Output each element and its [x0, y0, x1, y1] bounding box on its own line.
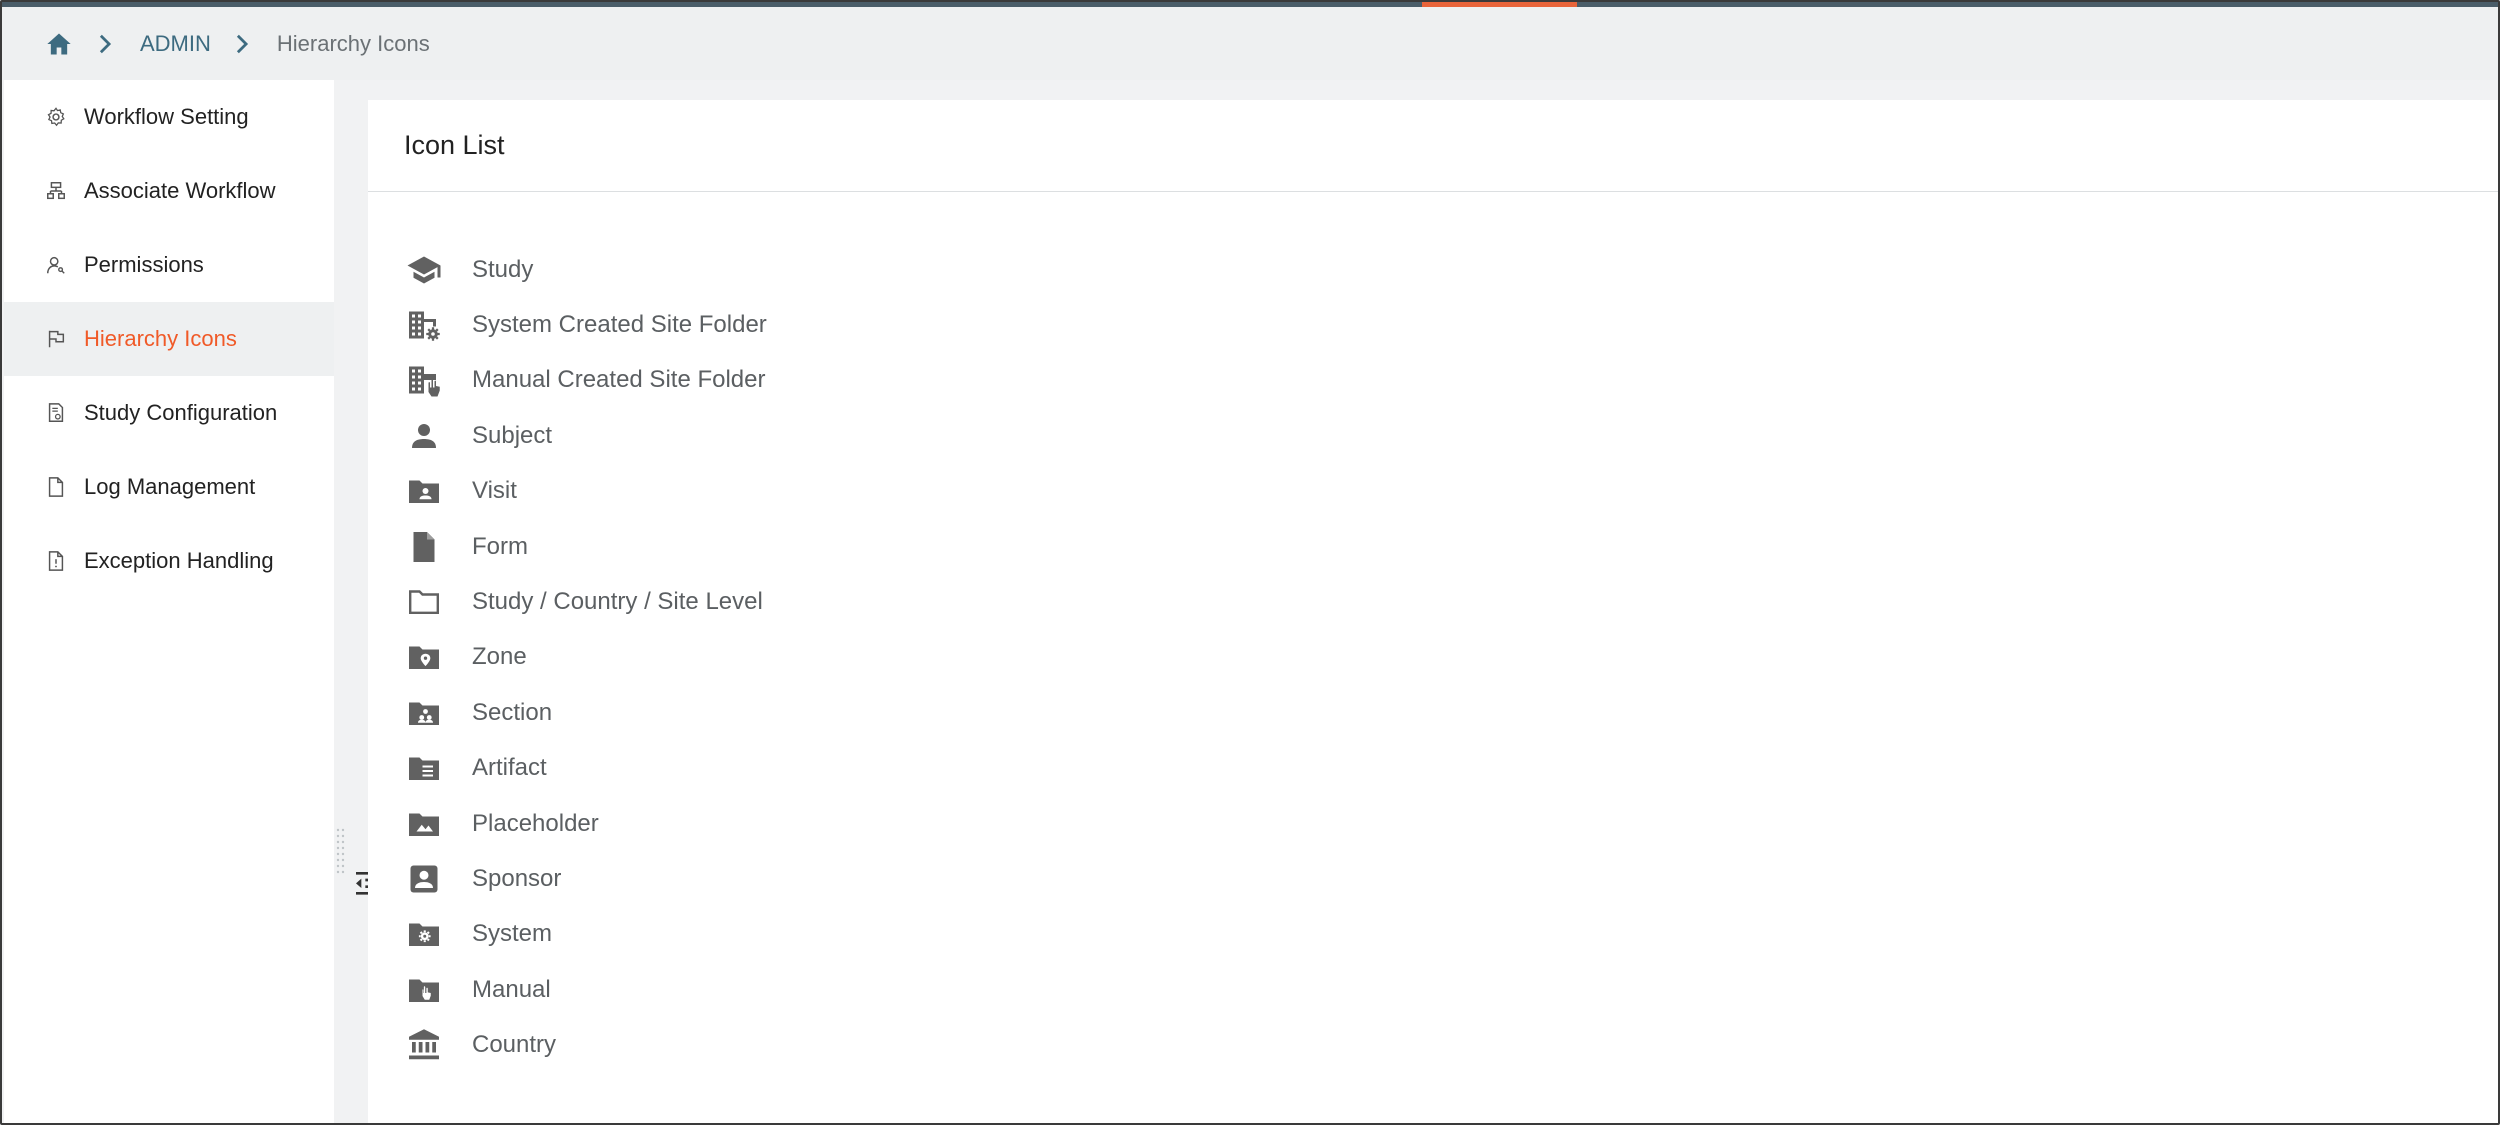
- list-item: Visit: [404, 464, 2498, 519]
- sidebar-splitter: [334, 80, 368, 1123]
- list-item: Study / Country / Site Level: [404, 574, 2498, 629]
- breadcrumb-current: Hierarchy Icons: [276, 30, 430, 56]
- list-item: System: [404, 907, 2498, 962]
- person-icon: [404, 416, 444, 456]
- sidebar-item-label: Associate Workflow: [84, 178, 276, 203]
- list-item: Country: [404, 1017, 2498, 1072]
- building-hand-icon: [404, 360, 444, 400]
- icon-label: Form: [472, 532, 528, 560]
- folder-group-icon: [404, 693, 444, 733]
- folder-outline-icon: [404, 582, 444, 622]
- file-alert-icon: [44, 549, 68, 573]
- list-item: Sponsor: [404, 851, 2498, 906]
- sidebar-item-exception-handling[interactable]: Exception Handling: [4, 524, 334, 598]
- breadcrumb: ADMIN Hierarchy Icons: [2, 7, 2498, 80]
- folder-list-icon: [404, 748, 444, 788]
- bank-icon: [404, 1025, 444, 1065]
- list-item: System Created Site Folder: [404, 297, 2498, 352]
- account-box-icon: [404, 859, 444, 899]
- folder-image-icon: [404, 804, 444, 844]
- list-item: Manual: [404, 962, 2498, 1017]
- chevron-right-icon: [98, 32, 114, 56]
- flag-icon: [44, 327, 68, 351]
- list-item: Subject: [404, 408, 2498, 463]
- list-item: Study: [404, 242, 2498, 297]
- sidebar-item-hierarchy-icons[interactable]: Hierarchy Icons: [4, 302, 334, 376]
- page-title: Icon List: [404, 130, 505, 160]
- sidebar: Workflow Setting Associate Workflow Perm…: [4, 80, 334, 1123]
- hierarchy-icon: [44, 179, 68, 203]
- icon-label: System Created Site Folder: [472, 311, 767, 339]
- folder-gear-icon: [404, 914, 444, 954]
- icon-label: Study: [472, 255, 534, 283]
- list-item: Form: [404, 519, 2498, 574]
- sidebar-item-label: Permissions: [84, 252, 204, 277]
- icon-label: Subject: [472, 421, 553, 449]
- building-gear-icon: [404, 305, 444, 345]
- folder-pin-icon: [404, 637, 444, 677]
- sidebar-item-workflow-setting[interactable]: Workflow Setting: [4, 80, 334, 154]
- sidebar-item-label: Workflow Setting: [84, 104, 249, 129]
- icon-label: Manual Created Site Folder: [472, 366, 766, 394]
- sidebar-item-label: Log Management: [84, 474, 256, 499]
- document-icon: [404, 527, 444, 567]
- chevron-right-icon: [235, 32, 251, 56]
- icon-list: Study System Created Site Folder Manual …: [368, 192, 2498, 1073]
- sidebar-item-label: Exception Handling: [84, 548, 274, 573]
- icon-label: Visit: [472, 477, 517, 505]
- main-panel: Icon List Study System Created Site Fold…: [368, 100, 2498, 1123]
- list-item: Manual Created Site Folder: [404, 353, 2498, 408]
- list-item: Zone: [404, 630, 2498, 685]
- drag-handle-icon[interactable]: [336, 828, 346, 876]
- home-icon[interactable]: [44, 29, 74, 59]
- breadcrumb-admin[interactable]: ADMIN: [140, 31, 211, 57]
- sidebar-item-log-management[interactable]: Log Management: [4, 450, 334, 524]
- list-item: Section: [404, 685, 2498, 740]
- list-item: Placeholder: [404, 796, 2498, 851]
- icon-label: System: [472, 920, 553, 948]
- icon-label: Placeholder: [472, 809, 599, 837]
- gear-icon: [44, 105, 68, 129]
- icon-label: Sponsor: [472, 864, 562, 892]
- sidebar-item-permissions[interactable]: Permissions: [4, 228, 334, 302]
- icon-label: Section: [472, 698, 553, 726]
- document-settings-icon: [44, 401, 68, 425]
- graduation-cap-icon: [404, 250, 444, 290]
- sidebar-item-study-configuration[interactable]: Study Configuration: [4, 376, 334, 450]
- list-item: Artifact: [404, 741, 2498, 796]
- file-icon: [44, 475, 68, 499]
- sidebar-item-label: Study Configuration: [84, 400, 278, 425]
- icon-label: Artifact: [472, 754, 547, 782]
- panel-header: Icon List: [368, 100, 2498, 192]
- folder-hand-icon: [404, 970, 444, 1010]
- sidebar-item-associate-workflow[interactable]: Associate Workflow: [4, 154, 334, 228]
- icon-label: Country: [472, 1031, 557, 1059]
- icon-label: Study / Country / Site Level: [472, 588, 763, 616]
- folder-person-icon: [404, 471, 444, 511]
- user-key-icon: [44, 253, 68, 277]
- app-window: ADMIN Hierarchy Icons Workflow Setting A…: [0, 0, 2500, 1125]
- icon-label: Manual: [472, 975, 551, 1003]
- icon-label: Zone: [472, 643, 527, 671]
- sidebar-item-label: Hierarchy Icons: [84, 326, 237, 351]
